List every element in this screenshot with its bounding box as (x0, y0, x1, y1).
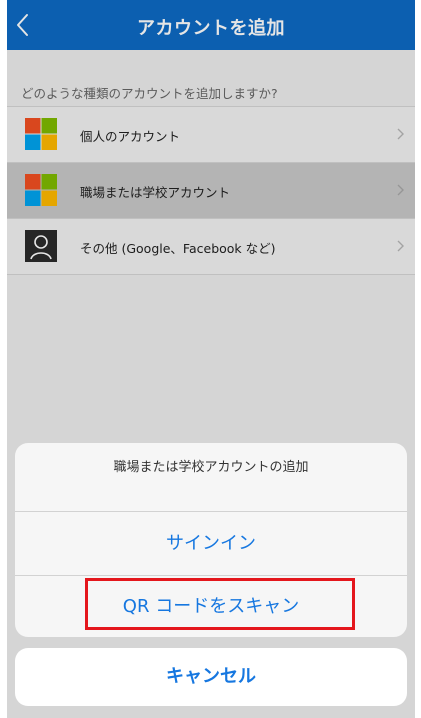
action-sheet-title: 職場または学校アカウントの追加 (15, 443, 407, 512)
sign-in-button[interactable]: サインイン (15, 512, 407, 576)
qr-button-highlight-box (85, 578, 355, 630)
cancel-button[interactable]: キャンセル (15, 648, 407, 706)
action-sheet: 職場または学校アカウントの追加 サインイン QR コードをスキャン (15, 443, 407, 637)
add-account-screen: アカウントを追加 どのような種類のアカウントを追加しますか? 個人のアカウント (7, 0, 415, 718)
